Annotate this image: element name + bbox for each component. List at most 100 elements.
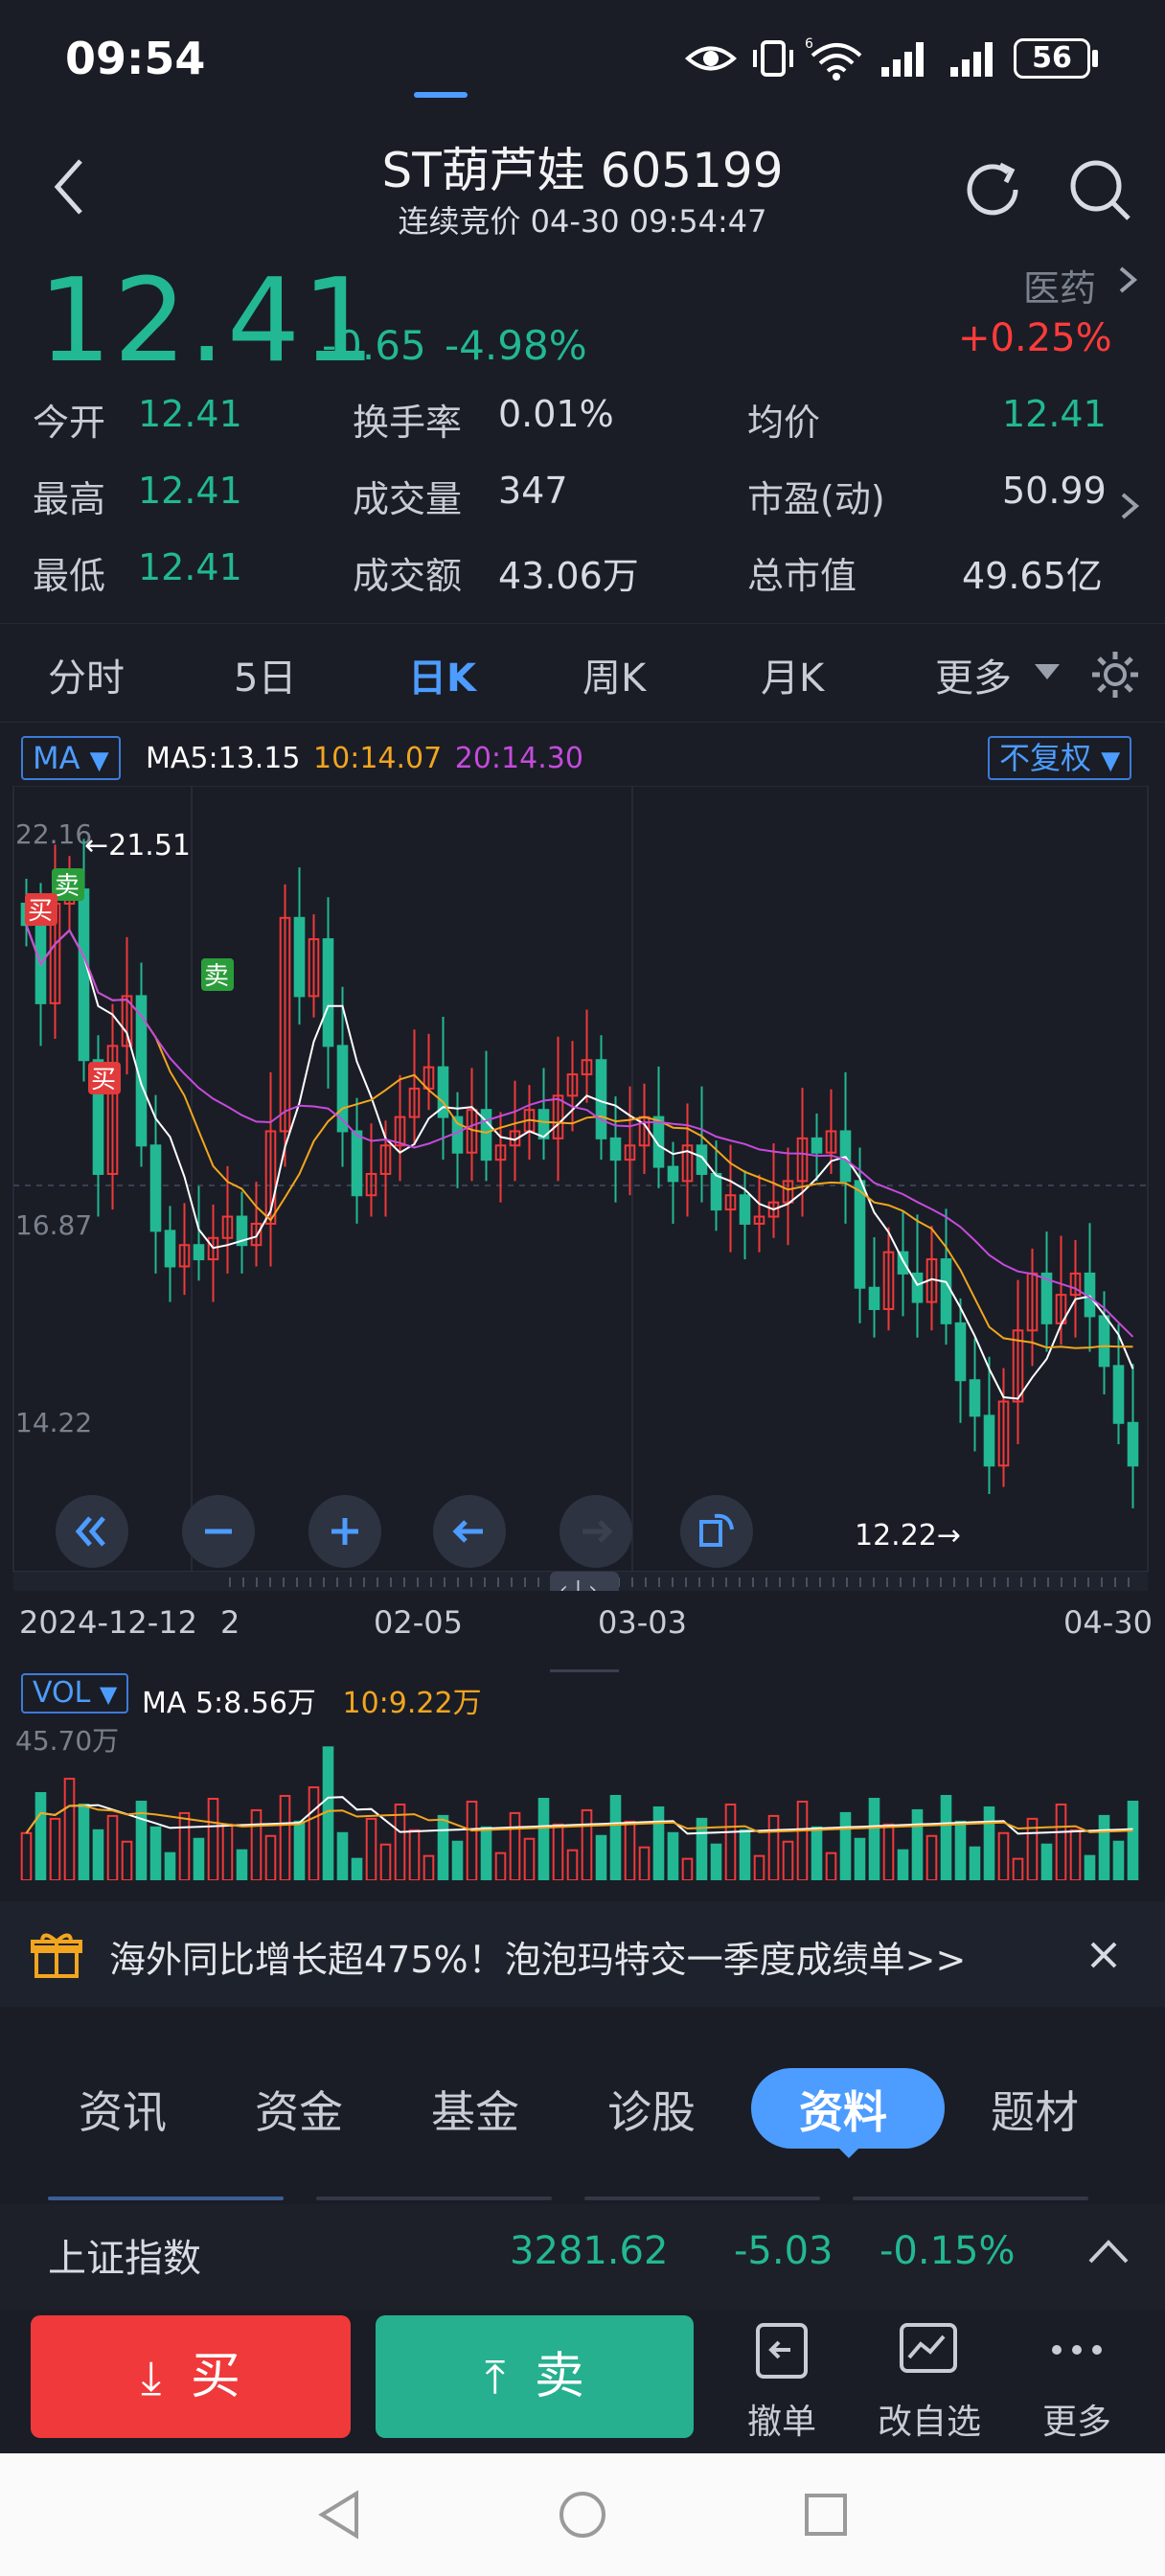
volume-bar [609,1795,622,1880]
volume-bar [336,1831,349,1880]
volume-bar [437,1814,449,1880]
tab-theme[interactable]: 题材 [991,2078,1079,2141]
x-tick-label: 04-30 [1063,1604,1153,1641]
volume-bar [767,1814,780,1880]
more-button[interactable]: 更多 [1010,2319,1144,2444]
volume-bar [480,1826,492,1880]
rotate-icon [699,1513,734,1547]
volume-bar [811,1826,823,1880]
stat-value: 12.41 [138,393,242,435]
volume-bar [969,1846,981,1880]
tab-daily-k[interactable]: 日K [408,647,476,702]
kline-chart[interactable]: 22.1616.8714.2211.57←21.5112.22→卖买卖买‹ | … [0,786,1165,1591]
volume-bar [566,1849,579,1880]
rotate-button[interactable] [680,1495,753,1568]
nav-home-icon[interactable] [556,2488,609,2542]
signal-icon-2 [950,42,993,77]
tab-fund[interactable]: 基金 [431,2078,519,2141]
upload-arrow-icon: ⤒ [485,2351,506,2404]
stat-value: 12.41 [138,546,242,588]
stat-value: 12.41 [138,470,242,512]
zoom-out-button[interactable] [182,1495,255,1568]
tab-profile[interactable]: 资料 [799,2078,887,2141]
stat-value: 347 [498,470,568,512]
vol-max-label: 45.70万 [15,1725,119,1757]
candle-body [609,1137,622,1162]
cancel-order-button[interactable]: 撤单 [715,2319,849,2444]
candle-body [739,1194,751,1225]
stat-label: 换手率 [353,402,463,444]
zoom-out-max-button[interactable] [56,1495,128,1568]
ma10-value: 10:14.07 [313,742,443,775]
stat-label: 成交量 [353,478,463,520]
volume-bar [940,1795,952,1880]
search-icon[interactable] [1063,153,1136,226]
ma-selector[interactable]: MA ▼ [21,736,121,780]
x-tick-label: 02-05 [374,1604,463,1641]
zoom-in-button[interactable] [308,1495,381,1568]
volume-bar [149,1826,162,1880]
arrow-right-icon [582,1520,613,1543]
volume-bar [739,1828,751,1880]
y-tick-label: 22.16 [15,818,92,850]
stat-label: 最低 [33,555,106,597]
volume-bar [581,1808,593,1880]
tab-weekly-k[interactable]: 周K [582,647,646,702]
chevron-up-icon[interactable] [1086,2233,1131,2271]
scroll-right-button[interactable] [560,1495,632,1568]
chevron-right-icon[interactable] [1115,487,1144,525]
tab-capital[interactable]: 资金 [255,2078,343,2141]
gift-icon [31,1933,82,1978]
edit-watchlist-button[interactable]: 改自选 [862,2319,996,2444]
sector-link[interactable]: 医药 [1023,259,1096,311]
volume-bar [121,1840,133,1880]
volume-bar [293,1820,306,1880]
volume-bar [78,1803,90,1880]
volume-bar [494,1852,507,1880]
nav-recents-icon[interactable] [799,2488,853,2542]
candle-body [1127,1421,1139,1467]
ma-values: MA5:13.15 10:14.07 20:14.30 [146,742,583,775]
volume-bar [925,1834,938,1880]
stat-label: 均价 [747,402,821,444]
y-tick-label: 16.87 [15,1209,92,1241]
candle-body [969,1379,981,1417]
undo-doc-icon [756,2323,808,2379]
volume-bar [825,1852,837,1880]
sell-button[interactable]: ⤒ 卖 [376,2315,694,2438]
adjust-selector[interactable]: 不复权 ▼ [988,736,1132,780]
tab-5day[interactable]: 5日 [234,647,296,702]
edit-watchlist-label: 改自选 [877,2403,981,2442]
candle-body [164,1230,176,1268]
stat-label: 市盈(动) [747,478,885,520]
volume-bar [1055,1803,1067,1880]
price-change-value: -0.65 [322,322,426,369]
tab-more[interactable]: 更多 [935,647,1012,702]
nav-back-icon[interactable] [312,2488,366,2542]
close-icon[interactable] [1085,1936,1123,1974]
gear-icon[interactable] [1088,648,1142,702]
wifi-icon: 6 [805,36,862,80]
subtab-indicator [316,2196,552,2200]
volume-bar [193,1837,205,1880]
battery-icon: 56 [1014,38,1090,79]
more-dots-icon [1052,2345,1102,2355]
volume-chart[interactable]: 45.70万 [0,1669,1165,1880]
volume-bar [1084,1854,1096,1880]
stats-grid[interactable]: 今开 12.41 换手率 0.01% 均价 12.41 最高 12.41 成交量… [0,383,1165,604]
tab-intraday[interactable]: 分时 [48,647,125,702]
tab-monthly-k[interactable]: 月K [761,647,824,702]
plus-icon [331,1518,358,1545]
status-bar: 09:54 6 56 [0,0,1165,115]
scroll-left-button[interactable] [433,1495,506,1568]
volume-bar [1098,1814,1110,1880]
banner-text[interactable]: 海外同比增长超475%！泡泡玛特交一季度成绩单>> [109,1930,966,1983]
buy-button[interactable]: ⤓ 买 [31,2315,351,2438]
cancel-order-label: 撤单 [746,2403,816,2442]
tab-diagnosis[interactable]: 诊股 [607,2078,696,2141]
refresh-icon[interactable] [958,153,1031,226]
period-tabs: 分时 5日 日K 周K 月K 更多 [0,623,1165,723]
tab-news[interactable]: 资讯 [79,2078,167,2141]
sell-label: 卖 [534,2348,584,2405]
candle-body [351,1130,363,1197]
